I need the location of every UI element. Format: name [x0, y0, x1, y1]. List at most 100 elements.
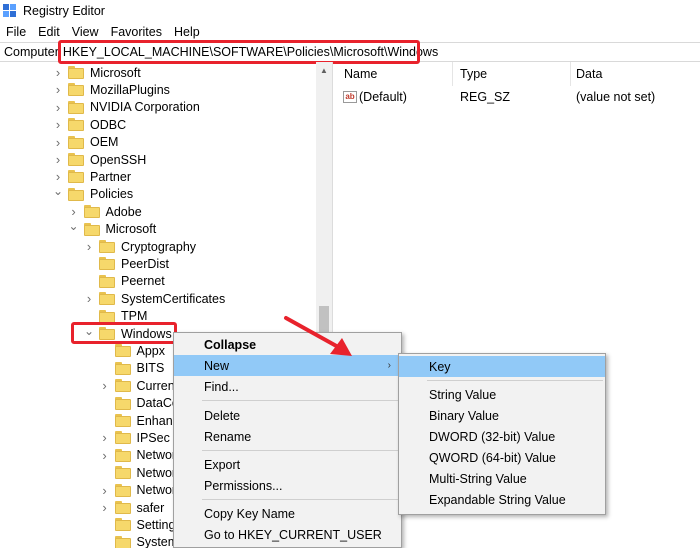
tree-node[interactable]: › IPSec — [99, 429, 170, 446]
tree-node[interactable]: › MozillaPlugins — [52, 81, 170, 98]
menu-favorites[interactable]: Favorites — [105, 25, 168, 39]
tree-node[interactable]: › OEM — [52, 134, 119, 151]
chevron-right-icon[interactable]: › — [83, 291, 95, 306]
tree-node[interactable]: › Microsoft — [52, 64, 141, 81]
folder-icon — [114, 483, 131, 497]
chevron-right-icon[interactable]: › — [52, 65, 64, 80]
chevron-placeholder — [83, 310, 95, 322]
tree-node[interactable]: › SystemCertificates — [83, 290, 225, 307]
column-header-name[interactable]: Name — [344, 67, 377, 81]
menu-item-collapse[interactable]: Collapse — [174, 334, 401, 355]
column-divider[interactable] — [570, 62, 571, 86]
tree-node[interactable]: › ODBC — [52, 116, 126, 133]
folder-icon — [99, 309, 115, 323]
folder-icon — [83, 205, 100, 219]
menu-item-rename[interactable]: Rename — [174, 426, 401, 447]
menu-view[interactable]: View — [66, 25, 105, 39]
tree-node[interactable]: › OpenSSH — [52, 151, 146, 168]
tree-node[interactable]: Peernet — [83, 273, 165, 290]
chevron-right-icon[interactable]: › — [99, 448, 111, 463]
menu-item-new[interactable]: New › — [174, 355, 401, 376]
menu-item-new-label: New — [204, 358, 230, 373]
menu-separator — [202, 450, 398, 451]
menu-item-permissions[interactable]: Permissions... — [174, 475, 401, 496]
tree-node[interactable]: › Current — [99, 377, 178, 394]
chevron-down-icon[interactable]: ⌄ — [83, 324, 95, 338]
chevron-placeholder — [83, 258, 95, 270]
tree-node-label: Microsoft — [105, 222, 157, 237]
submenu-item-expandable-string-value[interactable]: Expandable String Value — [399, 489, 605, 510]
chevron-right-icon[interactable]: › — [99, 378, 111, 393]
tree-node[interactable]: PeerDist — [83, 255, 169, 272]
folder-icon — [68, 118, 84, 132]
tree-node-label: MozillaPlugins — [90, 82, 170, 97]
tree-node[interactable]: › safer — [99, 499, 164, 516]
tree-node[interactable]: Networ — [99, 464, 177, 481]
tree-node[interactable]: TPM — [83, 308, 147, 325]
menu-edit[interactable]: Edit — [32, 25, 66, 39]
chevron-right-icon[interactable]: › — [52, 152, 64, 167]
submenu-item-qword-value[interactable]: QWORD (64-bit) Value — [399, 447, 605, 468]
menu-item-find[interactable]: Find... — [174, 376, 401, 397]
scroll-thumb[interactable] — [319, 306, 329, 332]
chevron-right-icon[interactable]: › — [83, 239, 95, 254]
chevron-placeholder — [99, 536, 111, 548]
submenu-item-binary-value[interactable]: Binary Value — [399, 405, 605, 426]
tree-node-label: Networ — [136, 483, 177, 498]
tree-node[interactable]: SettingS — [99, 516, 184, 533]
menu-item-goto-hkcu[interactable]: Go to HKEY_CURRENT_USER — [174, 524, 401, 545]
address-label: Computer — [4, 45, 59, 59]
submenu-item-string-value[interactable]: String Value — [399, 384, 605, 405]
tree-node[interactable]: BITS — [99, 360, 164, 377]
tree-node[interactable]: › Adobe — [68, 203, 141, 220]
tree-node[interactable]: Appx — [99, 342, 165, 359]
chevron-right-icon[interactable]: › — [68, 204, 80, 219]
column-header-type[interactable]: Type — [460, 67, 487, 81]
tree-node[interactable]: Enhanc — [99, 412, 179, 429]
chevron-right-icon[interactable]: › — [52, 169, 64, 184]
column-divider[interactable] — [452, 62, 453, 86]
submenu-item-dword-value[interactable]: DWORD (32-bit) Value — [399, 426, 605, 447]
chevron-right-icon[interactable]: › — [52, 135, 64, 150]
tree-node[interactable]: ⌄ Policies — [52, 184, 133, 203]
tree-node[interactable]: ⌄ Windows — [83, 324, 172, 342]
tree-node[interactable]: System — [99, 534, 179, 548]
submenu-item-key[interactable]: Key — [399, 356, 605, 377]
address-path[interactable]: HKEY_LOCAL_MACHINE\SOFTWARE\Policies\Mic… — [63, 45, 438, 59]
tree-node[interactable]: › Networ — [99, 447, 176, 464]
menu-item-delete[interactable]: Delete — [174, 405, 401, 426]
folder-icon — [68, 170, 84, 184]
list-row-default[interactable]: ab (Default) REG_SZ (value not set) — [334, 88, 700, 106]
tree-node[interactable]: › NVIDIA Corporation — [52, 99, 200, 116]
chevron-placeholder — [83, 275, 95, 287]
tree-node[interactable]: › Cryptography — [83, 238, 196, 255]
chevron-right-icon[interactable]: › — [52, 100, 64, 115]
folder-icon — [99, 240, 115, 253]
column-header-data[interactable]: Data — [576, 67, 602, 81]
chevron-right-icon[interactable]: › — [52, 82, 64, 97]
menu-file[interactable]: File — [0, 25, 32, 39]
submenu-item-multi-string-value[interactable]: Multi-String Value — [399, 468, 605, 489]
menu-item-export[interactable]: Export — [174, 454, 401, 475]
tree-node-label: System — [136, 535, 179, 548]
address-bar[interactable]: Computer HKEY_LOCAL_MACHINE\SOFTWARE\Pol… — [0, 42, 700, 62]
folder-icon — [83, 222, 100, 236]
tree-node-label: Partner — [90, 169, 131, 184]
chevron-right-icon[interactable]: › — [99, 430, 111, 445]
tree-node[interactable]: DataCo — [99, 395, 179, 412]
scroll-up-icon[interactable]: ▲ — [316, 62, 332, 78]
chevron-down-icon[interactable]: ⌄ — [52, 184, 64, 198]
chevron-right-icon[interactable]: › — [99, 500, 111, 515]
chevron-right-icon[interactable]: › — [99, 483, 111, 498]
menu-help[interactable]: Help — [168, 25, 206, 39]
folder-icon — [114, 448, 131, 462]
folder-icon — [99, 327, 115, 340]
chevron-right-icon[interactable]: › — [52, 117, 64, 132]
menu-item-copy-key-name[interactable]: Copy Key Name — [174, 503, 401, 524]
tree-node[interactable]: › Networ — [99, 482, 177, 499]
value-type: REG_SZ — [460, 90, 511, 104]
tree-node[interactable]: › Partner — [52, 168, 131, 185]
chevron-down-icon[interactable]: ⌄ — [68, 219, 80, 233]
tree-node[interactable]: ⌄ Microsoft — [68, 219, 157, 238]
tree-node-label: Networ — [136, 465, 177, 480]
